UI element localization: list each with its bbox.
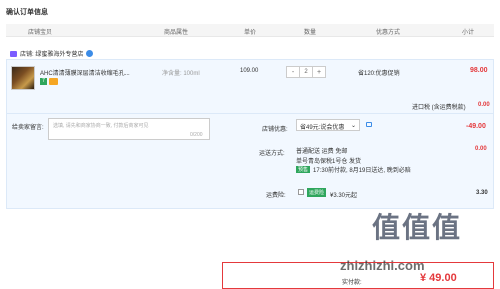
header-attributes: 商品属性 (164, 30, 189, 36)
presale-tag: 预售 (296, 166, 311, 173)
coupon-select[interactable]: 省49元:说会优惠 ⌄ (296, 119, 360, 131)
header-quantity: 数量 (304, 30, 317, 36)
decrement-button[interactable]: - (287, 67, 299, 77)
payment-value: ¥ 49.00 (420, 272, 457, 284)
coupon-value: -49.00 (466, 123, 486, 130)
insurance-checkbox[interactable] (298, 189, 304, 195)
insurance-text: ¥3.30元起 (330, 193, 358, 199)
quantity-stepper[interactable]: - 2 + (286, 66, 326, 78)
message-label: 给卖家留言: (12, 125, 44, 131)
product-name[interactable]: AHC清清薄膜深层清洁收缩毛孔... (40, 68, 160, 77)
watermark-text: zhizhizhi.com (340, 258, 425, 273)
shipping-eta-text: 17:30前付款, 8月19日送达, 晚到必赔 (313, 168, 411, 174)
product-spec: 净含量: 100ml (162, 71, 200, 77)
shipping-eta: 预售 17:30前付款, 8月19日送达, 晚到必赔 (296, 165, 411, 174)
payment-label: 实付款: (342, 280, 362, 286)
verified-icon (86, 50, 94, 57)
chat-icon[interactable] (366, 122, 372, 127)
insurance-tag: 运费险 (307, 188, 327, 197)
divider (6, 113, 494, 114)
header-discount: 优惠方式 (376, 30, 401, 36)
coupon-selected: 省49元:说会优惠 (300, 125, 345, 131)
credit-badge-icon (49, 78, 58, 85)
increment-button[interactable]: + (313, 67, 325, 77)
product-thumbnail[interactable] (11, 66, 35, 90)
import-tax-value: 0.00 (478, 102, 490, 108)
header-subtotal: 小计 (462, 30, 475, 36)
quantity-input[interactable]: 2 (299, 67, 313, 77)
promo-text[interactable]: 省120:优惠促销 (358, 68, 400, 77)
shipping-method: 普通配送 运费 免邮 (296, 149, 348, 155)
shop-row[interactable]: 店铺: 绿蜜雅海外专营店 (10, 49, 94, 58)
insurance-label: 运费险: (266, 193, 286, 199)
shop-icon (10, 50, 17, 57)
table-header: 店铺宝贝 商品属性 单价 数量 优惠方式 小计 (6, 24, 494, 37)
watermark-logo: 值值值 (372, 212, 463, 243)
item-subtotal: 98.00 (470, 67, 488, 74)
message-char-count: 0/200 (190, 132, 203, 138)
unit-price: 109.00 (240, 68, 259, 74)
shop-name[interactable]: 店铺: 绿蜜雅海外专营店 (20, 49, 83, 58)
import-tax-label: 进口税 (含运费税款) (412, 105, 466, 111)
header-shop-item: 店铺宝贝 (28, 30, 53, 36)
shipping-label: 运送方式: (259, 151, 285, 157)
return-badge-icon: 7 (40, 78, 47, 85)
page-title: 确认订单信息 (6, 9, 48, 16)
header-unit-price: 单价 (244, 30, 257, 36)
shipping-warehouse: 单号青岛保税1号仓 发货 (296, 159, 362, 165)
insurance-value: 3.30 (476, 190, 488, 196)
shipping-value: 0.00 (475, 146, 487, 152)
chevron-down-icon: ⌄ (350, 123, 356, 129)
message-input[interactable]: 选填, 请先和商家协商一致, 付款后商家可见 (48, 118, 210, 140)
coupon-label: 店铺优惠: (262, 127, 288, 133)
